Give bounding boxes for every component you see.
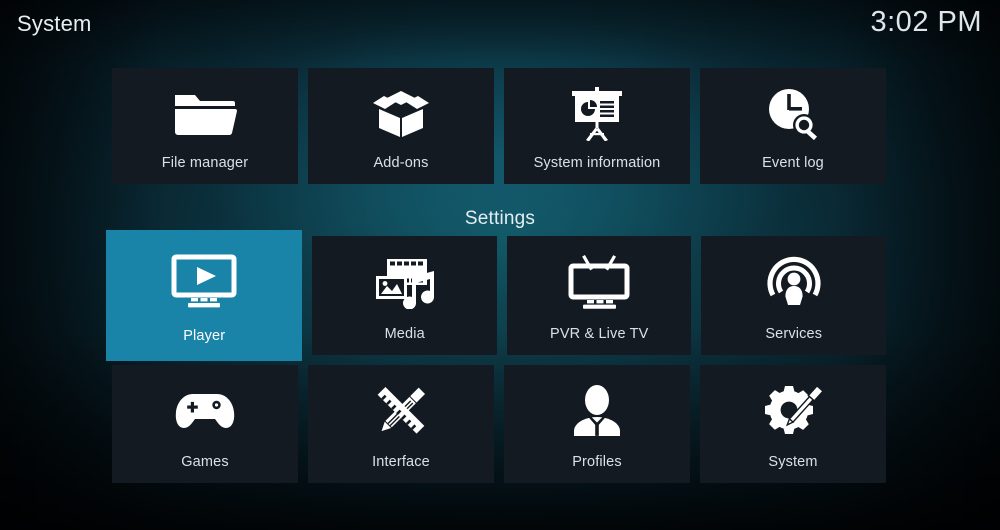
- media-mixed-icon: [369, 253, 441, 311]
- gamepad-icon: [169, 382, 241, 440]
- presentation-board-icon: [561, 85, 633, 143]
- settings-row-one: Player Media PVR & Live TV Services: [106, 230, 887, 361]
- tile-system[interactable]: System: [700, 365, 886, 483]
- tile-media[interactable]: Media: [312, 236, 497, 355]
- tile-services[interactable]: Services: [701, 236, 887, 355]
- tile-label: System: [768, 454, 818, 470]
- tile-label: Event log: [762, 155, 824, 171]
- tile-label: Media: [384, 326, 425, 342]
- kodi-system-screen: System 3:02 PM File manager Add-ons Syst…: [0, 0, 1000, 530]
- window-header: System 3:02 PM: [0, 0, 1000, 52]
- settings-row-two: Games Interface Profiles System: [112, 365, 886, 483]
- tile-label: Profiles: [572, 454, 622, 470]
- tile-label: File manager: [161, 155, 249, 171]
- utilities-row: File manager Add-ons System information …: [112, 68, 886, 184]
- tile-interface[interactable]: Interface: [308, 365, 494, 483]
- broadcast-user-icon: [758, 253, 830, 311]
- open-box-icon: [365, 85, 437, 143]
- tile-system-information[interactable]: System information: [504, 68, 690, 184]
- monitor-play-icon: [168, 252, 240, 310]
- tile-file-manager[interactable]: File manager: [112, 68, 298, 184]
- tile-label: System information: [533, 155, 661, 171]
- tile-label: Interface: [372, 454, 430, 470]
- tile-event-log[interactable]: Event log: [700, 68, 886, 184]
- tile-pvr-live-tv[interactable]: PVR & Live TV: [506, 236, 692, 355]
- user-bust-icon: [561, 382, 633, 440]
- tile-label: Add-ons: [373, 155, 429, 171]
- tv-antenna-icon: [563, 253, 635, 311]
- gear-screwdriver-icon: [757, 382, 829, 440]
- tile-add-ons[interactable]: Add-ons: [308, 68, 494, 184]
- tile-label: Services: [765, 326, 823, 342]
- tile-profiles[interactable]: Profiles: [504, 365, 690, 483]
- tile-label: Player: [183, 328, 226, 344]
- page-title: System: [17, 11, 92, 36]
- pencil-ruler-icon: [365, 382, 437, 440]
- clock-label: 3:02 PM: [870, 6, 982, 38]
- folder-icon: [169, 85, 241, 143]
- tile-label: Games: [181, 454, 229, 470]
- settings-section-heading: Settings: [464, 208, 536, 229]
- tile-games[interactable]: Games: [112, 365, 298, 483]
- clock-search-icon: [757, 85, 829, 143]
- tile-player[interactable]: Player: [106, 230, 303, 361]
- tile-label: PVR & Live TV: [550, 326, 649, 342]
